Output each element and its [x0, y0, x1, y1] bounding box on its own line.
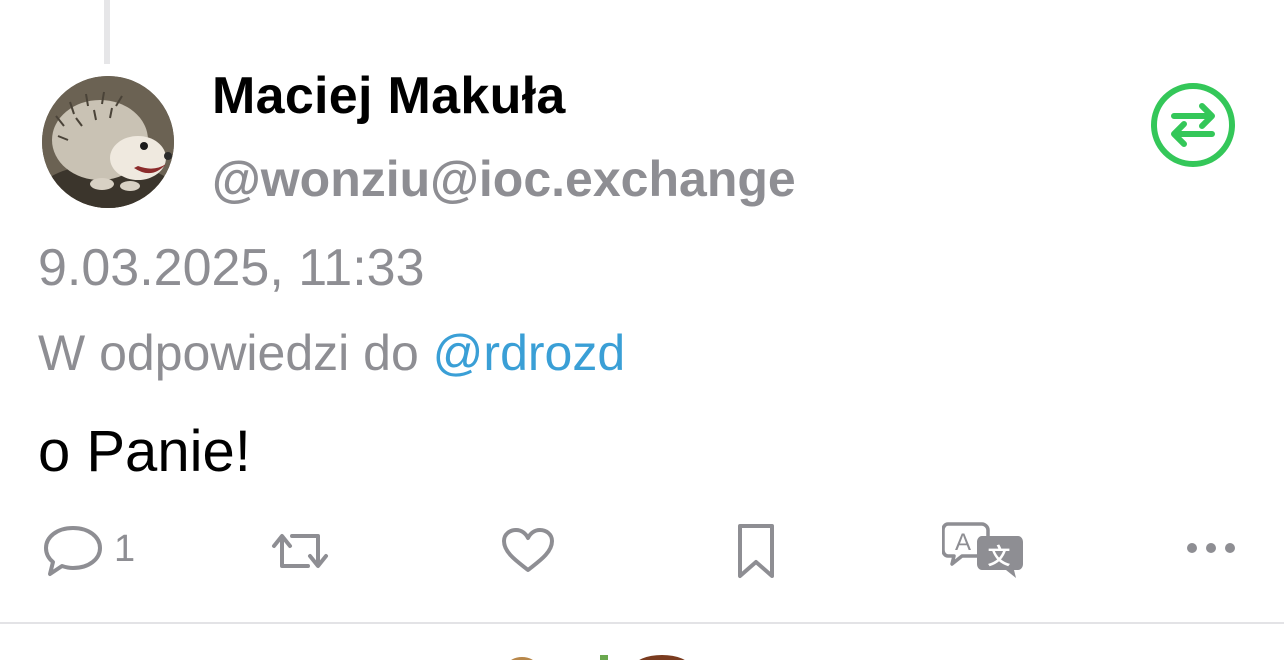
post-timestamp[interactable]: 9.03.2025, 11:33 [38, 238, 425, 298]
reply-prefix: W odpowiedzi do [38, 325, 433, 381]
hedgehog-avatar-icon [42, 76, 174, 208]
translate-icon: A 文 [942, 522, 1023, 578]
next-content-peek [500, 650, 700, 660]
bookmark-icon [738, 524, 774, 578]
ellipsis-icon [1187, 543, 1235, 553]
swap-arrows-icon[interactable] [1150, 82, 1236, 168]
thread-connector-line [104, 0, 110, 64]
svg-text:文: 文 [988, 544, 1011, 570]
boost-button[interactable] [268, 526, 332, 576]
more-options-button[interactable] [1184, 538, 1238, 558]
repeat-icon [272, 534, 328, 568]
translate-button[interactable]: A 文 [942, 520, 1026, 580]
bookmark-button[interactable] [736, 522, 776, 580]
post-detail: Maciej Makuła @wonziu@ioc.exchange 9.03.… [0, 0, 1284, 660]
reply-mention-link[interactable]: @rdrozd [433, 325, 625, 381]
author-handle[interactable]: @wonziu@ioc.exchange [212, 150, 796, 208]
favourite-button[interactable] [500, 526, 556, 576]
avatar[interactable] [42, 76, 174, 208]
author-display-name[interactable]: Maciej Makuła [212, 66, 566, 126]
speech-bubble-icon [44, 526, 102, 576]
emoji-peek-icon [511, 655, 685, 660]
post-divider [0, 622, 1284, 624]
post-content: o Panie! [38, 419, 251, 484]
reply-button[interactable] [42, 524, 104, 578]
reply-context: W odpowiedzi do @rdrozd [38, 324, 625, 382]
reply-count: 1 [114, 528, 136, 570]
heart-icon [502, 528, 554, 572]
svg-text:A: A [955, 529, 971, 556]
